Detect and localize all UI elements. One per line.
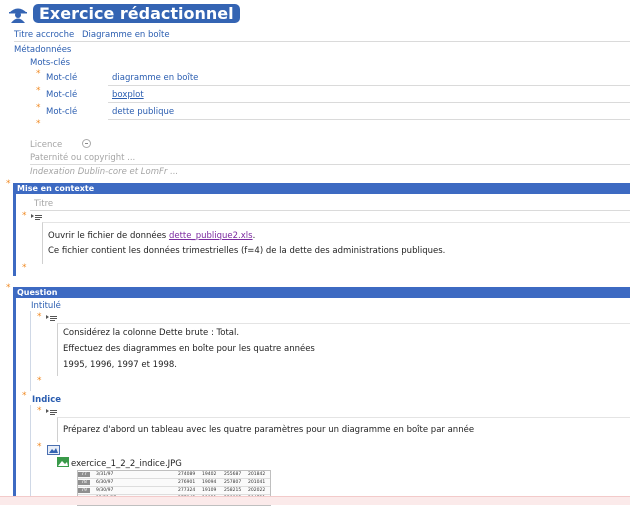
context-line-1-suffix: . xyxy=(252,231,256,241)
data-file-link[interactable]: dette_publique2.xls xyxy=(169,231,253,241)
thumb-cell: 79 xyxy=(78,488,90,493)
question-header[interactable]: Question xyxy=(13,287,630,298)
thumb-cell: 258215 xyxy=(224,488,242,493)
intitule-border xyxy=(30,311,31,391)
thumb-cell: 19402 xyxy=(202,472,217,477)
keyword-label: Mot-clé xyxy=(46,90,78,100)
section-border xyxy=(13,194,16,276)
add-block-star-icon[interactable]: * xyxy=(37,377,42,386)
indexation-label[interactable]: Indexation Dublin-core et LomFr ... xyxy=(30,167,178,177)
required-star-icon: * xyxy=(36,69,41,79)
image-filename[interactable]: exercice_1_2_2_indice.JPG xyxy=(71,459,182,469)
thumb-row: 78 6/30/97 276901 19094 257807 201041 xyxy=(78,480,270,487)
titre-accroche-label: Titre accroche xyxy=(14,30,75,40)
titre-placeholder[interactable]: Titre xyxy=(34,199,53,209)
mots-cles-label: Mots-clés xyxy=(30,58,71,68)
keyword-label: Mot-clé xyxy=(46,73,78,83)
intitule-line[interactable]: Considérez la colonne Dette brute : Tota… xyxy=(63,328,239,338)
required-star-icon: * xyxy=(6,179,11,189)
text-block-icon xyxy=(46,314,57,322)
divider xyxy=(108,119,630,120)
text-block-icon xyxy=(31,213,42,221)
titre-accroche-value[interactable]: Diagramme en boîte xyxy=(82,30,170,40)
context-line-1-prefix: Ouvrir le fichier de données xyxy=(48,231,169,241)
page-title: Exercice rédactionnel xyxy=(33,4,240,23)
divider xyxy=(108,102,630,103)
image-file-icon xyxy=(57,457,69,467)
app-logo-icon xyxy=(7,3,29,23)
indice-label: Indice xyxy=(32,395,62,405)
thumb-row: 79 9/30/97 277324 19109 258215 202022 xyxy=(78,488,270,495)
divider xyxy=(30,164,630,165)
thumb-cell: 3/31/97 xyxy=(96,472,114,477)
indice-border xyxy=(30,405,31,504)
metadonnees-label: Métadonnées xyxy=(14,45,72,55)
intitule-line[interactable]: Effectuez des diagrammes en boîte pour l… xyxy=(63,344,315,354)
mise-en-contexte-header[interactable]: Mise en contexte xyxy=(13,183,630,194)
keyword-value[interactable]: diagramme en boîte xyxy=(112,73,198,83)
thumb-cell: 202022 xyxy=(248,488,266,493)
licence-dropdown-icon[interactable] xyxy=(82,139,91,148)
keyword-value[interactable]: boxplot xyxy=(112,90,144,100)
thumb-cell: 78 xyxy=(78,480,90,485)
required-star-icon: * xyxy=(36,86,41,96)
divider xyxy=(30,210,630,211)
required-star-icon: * xyxy=(37,406,42,416)
thumb-row: 77 3/31/97 274089 19402 255687 201842 xyxy=(78,472,270,479)
required-star-icon: * xyxy=(22,391,27,401)
thumb-cell: 257807 xyxy=(224,480,242,485)
licence-label[interactable]: Licence xyxy=(30,140,62,150)
thumb-cell: 77 xyxy=(78,472,90,477)
thumb-cell: 276901 xyxy=(178,480,196,485)
thumb-cell: 255687 xyxy=(224,472,242,477)
divider xyxy=(108,85,630,86)
add-keyword-star-icon[interactable]: * xyxy=(36,120,41,129)
paternite-label[interactable]: Paternité ou copyright ... xyxy=(30,153,135,163)
thumb-cell: 19109 xyxy=(202,488,217,493)
context-line-1[interactable]: Ouvrir le fichier de données dette_publi… xyxy=(48,231,255,241)
text-block-icon xyxy=(46,408,57,416)
required-star-icon: * xyxy=(36,103,41,113)
required-star-icon: * xyxy=(22,211,27,221)
thumb-cell: 201842 xyxy=(248,472,266,477)
section-border xyxy=(13,298,16,504)
thumb-cell: 6/30/97 xyxy=(96,480,114,485)
context-line-2[interactable]: Ce fichier contient les données trimestr… xyxy=(48,246,445,256)
required-star-icon: * xyxy=(37,312,42,322)
thumb-cell: 201041 xyxy=(248,480,266,485)
thumb-cell: 274089 xyxy=(178,472,196,477)
intitule-line[interactable]: 1995, 1996, 1997 et 1998. xyxy=(63,360,177,370)
thumb-cell: 19094 xyxy=(202,480,217,485)
image-block-icon[interactable] xyxy=(47,445,60,455)
thumb-cell: 277324 xyxy=(178,488,196,493)
intitule-label: Intitulé xyxy=(31,301,61,311)
thumb-cell: 9/30/97 xyxy=(96,488,114,493)
keyword-value[interactable]: dette publique xyxy=(112,107,174,117)
required-star-icon: * xyxy=(6,283,11,293)
keyword-label: Mot-clé xyxy=(46,107,78,117)
required-star-icon: * xyxy=(37,442,42,452)
divider xyxy=(14,41,630,42)
add-block-star-icon[interactable]: * xyxy=(22,264,27,273)
indice-text[interactable]: Préparez d'abord un tableau avec les qua… xyxy=(63,425,474,435)
text-block-frame xyxy=(42,222,630,264)
